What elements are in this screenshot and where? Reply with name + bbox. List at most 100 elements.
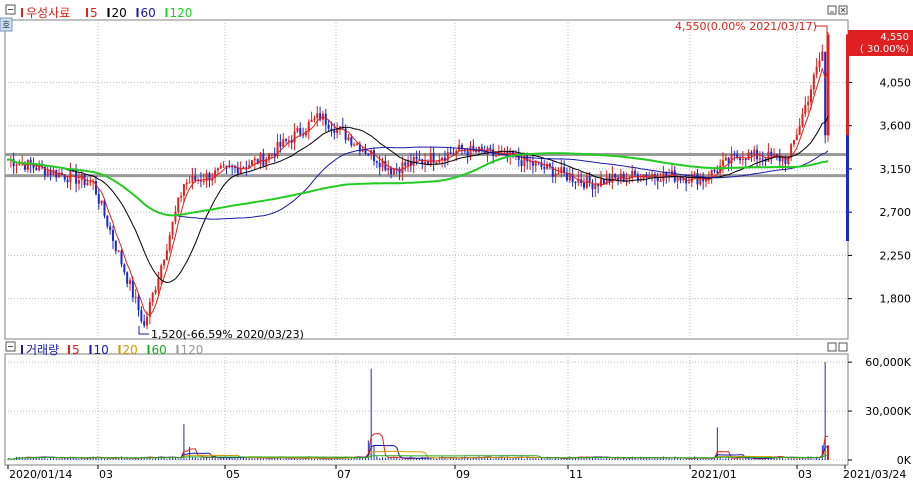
candle-body (287, 140, 290, 142)
candle-body (182, 184, 185, 196)
vol-ma-legend-label: 60 (152, 343, 167, 357)
candle-body (412, 156, 415, 166)
max-annotation: 4,550(0.00% 2021/03/17) (675, 20, 828, 34)
candle-body (219, 165, 222, 169)
candle-body (279, 141, 282, 147)
candle-body (364, 149, 367, 154)
candle-body (310, 119, 313, 122)
candle-body (659, 180, 662, 182)
candle-body (89, 181, 92, 183)
candle-body (775, 154, 778, 156)
candle-body (787, 156, 790, 164)
candle-body (296, 128, 299, 132)
candle-body (753, 149, 756, 155)
candle-body (472, 145, 475, 150)
candle-body (35, 167, 38, 171)
price-range-marker-down (846, 135, 849, 241)
ma-legend-label: 20 (112, 6, 127, 20)
candle-body (140, 310, 143, 322)
candle-body (171, 221, 174, 236)
candle-body (245, 167, 248, 169)
side-toolbar: 호 (0, 17, 13, 32)
candle-body (131, 280, 134, 298)
x-tick-label: 09 (456, 468, 470, 481)
stock-chart[interactable]: 4,550(0.00% 2021/03/17) 1,520(-66.59% 20… (0, 0, 913, 482)
candle-body (747, 152, 750, 161)
candle-body (543, 166, 546, 169)
min-annotation-text: 1,520(-66.59% 2020/03/23) (151, 328, 304, 341)
candle-body (730, 154, 733, 164)
candle-body (367, 153, 370, 155)
price-panel[interactable] (4, 19, 849, 340)
candle-body (554, 173, 557, 177)
candle-body (216, 168, 219, 171)
candle-body (120, 250, 123, 265)
vol-ma-legend-label: 10 (94, 343, 109, 357)
candle-body (46, 170, 49, 176)
candle-body (270, 153, 273, 155)
candle-body (163, 259, 166, 266)
current-price-box: 4,550 ( 30.00%) (848, 30, 913, 56)
price-tick-label: 4,050 (880, 76, 912, 89)
candle-body (404, 162, 407, 166)
candle-body (594, 183, 597, 190)
candle-body (693, 173, 696, 175)
candle-body (239, 168, 242, 174)
candle-body (804, 104, 807, 114)
candle-body (109, 226, 112, 231)
candle-body (299, 128, 302, 135)
volume-panel[interactable] (4, 353, 849, 466)
candle-body (387, 168, 390, 171)
candle-body (792, 140, 795, 145)
candle-body (259, 154, 262, 165)
candle-body (733, 154, 736, 156)
candle-body (137, 296, 140, 311)
candle-body (378, 162, 381, 168)
vol-ma-legend-marker (68, 345, 70, 354)
candle-body (758, 158, 761, 160)
candle-body (114, 240, 117, 252)
candle-body (673, 170, 676, 182)
current-change-label: ( 30.00%) (860, 44, 909, 55)
min-annotation: 1,520(-66.59% 2020/03/23) (138, 326, 304, 341)
candle-body (716, 171, 719, 173)
candle-body (77, 180, 80, 184)
vol-ma-legend-marker (147, 345, 150, 354)
vol-minimize-icon[interactable] (827, 342, 837, 352)
candle-body (373, 150, 376, 162)
x-tick-label: 03 (99, 468, 113, 481)
candle-body (180, 195, 183, 198)
candle-body (327, 124, 330, 129)
candle-body (129, 280, 132, 284)
candle-body (495, 155, 498, 157)
x-tick-label: 07 (337, 468, 351, 481)
candle-body (188, 182, 191, 184)
price-tick-label: 1,800 (880, 293, 912, 306)
price-tick-label: 2,250 (880, 249, 912, 262)
ma-legend-marker (165, 8, 168, 17)
x-tick-label: 03 (798, 468, 812, 481)
candle-body (222, 165, 225, 167)
vol-close-icon[interactable] (838, 342, 848, 352)
candle-body (282, 139, 285, 147)
ma-legend-marker (86, 8, 88, 17)
candle-body (600, 179, 603, 187)
candle-body (333, 130, 336, 134)
minimize-icon[interactable] (827, 5, 837, 15)
candle-body (202, 180, 205, 182)
volume-tick-label: 0K (897, 454, 912, 467)
candle-body (809, 89, 812, 102)
candle-body (429, 153, 432, 165)
candle-body (111, 230, 114, 241)
candle-body (253, 158, 256, 161)
candle-body (756, 149, 759, 160)
candle-body (634, 170, 637, 175)
candle-body (313, 118, 316, 120)
candle-body (285, 139, 288, 141)
candle-body (106, 215, 109, 227)
candle-body (415, 156, 418, 160)
candle-body (191, 176, 194, 183)
volume-title: 거래량 (26, 343, 59, 357)
candle-body (651, 174, 654, 176)
candle-body (821, 51, 824, 61)
